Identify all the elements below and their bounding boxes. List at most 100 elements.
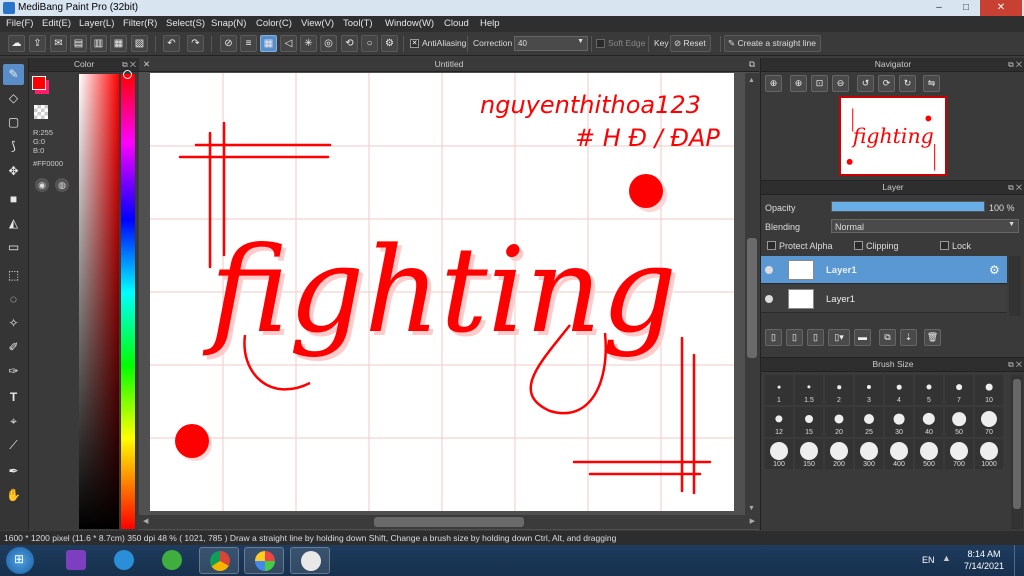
scroll-up-icon[interactable]: ▲ xyxy=(748,77,755,84)
vertical-scroll-thumb[interactable] xyxy=(747,238,757,358)
brush-size-preset[interactable]: 4 xyxy=(885,375,913,405)
palette-icon[interactable]: ◉ xyxy=(35,178,49,192)
delete-layer-icon[interactable]: 🗑 xyxy=(924,329,941,346)
color-settings-icon[interactable]: ◍ xyxy=(55,178,69,192)
material-icon[interactable]: ▦ xyxy=(110,35,127,52)
brush-size-preset[interactable]: 7 xyxy=(945,375,973,405)
snap-off-icon[interactable]: ⊘ xyxy=(220,35,237,52)
dot-tool-icon[interactable]: ▢ xyxy=(3,112,24,133)
brush-scrollbar[interactable] xyxy=(1011,375,1023,529)
brush-size-preset[interactable]: 150 xyxy=(795,439,823,469)
undo-icon[interactable]: ↶ xyxy=(163,35,180,52)
select-tool-icon[interactable]: ⬚ xyxy=(3,265,24,286)
scroll-down-icon[interactable]: ▼ xyxy=(748,505,755,512)
blending-select[interactable]: Normal ▼ xyxy=(831,219,1019,233)
new-layer-icon[interactable]: ▯ xyxy=(765,329,782,346)
menu-edit[interactable]: Edit(E) xyxy=(42,18,71,29)
brush-size-preset[interactable]: 1.5 xyxy=(795,375,823,405)
taskbar-ie[interactable] xyxy=(104,547,144,574)
tray-chevron-icon[interactable]: ▲ xyxy=(942,553,951,563)
brush-size-preset[interactable]: 100 xyxy=(765,439,793,469)
scroll-right-icon[interactable]: ▶ xyxy=(750,517,755,525)
menu-cloud[interactable]: Cloud xyxy=(444,18,469,29)
saturation-field[interactable] xyxy=(79,74,119,529)
horizontal-scroll-thumb[interactable] xyxy=(374,517,524,527)
panel-float-icon[interactable]: ⧉ ✕ xyxy=(1008,358,1022,371)
clipping-checkbox[interactable] xyxy=(854,241,863,250)
antialiasing-checkbox[interactable]: ✕ xyxy=(410,39,419,48)
menu-tool[interactable]: Tool(T) xyxy=(343,18,373,29)
shape-fill-tool-icon[interactable]: ■ xyxy=(3,189,24,210)
brush-size-preset[interactable]: 300 xyxy=(855,439,883,469)
snap-parallel-icon[interactable]: ≡ xyxy=(240,35,257,52)
menu-filter[interactable]: Filter(R) xyxy=(123,18,157,29)
clock[interactable]: 8:14 AM 7/14/2021 xyxy=(960,548,1008,572)
upload-icon[interactable]: ⇪ xyxy=(29,35,46,52)
brush-size-preset[interactable]: 50 xyxy=(945,407,973,437)
rotate-left-icon[interactable]: ↺ xyxy=(857,75,874,92)
brush-size-preset[interactable]: 1 xyxy=(765,375,793,405)
brush-size-preset[interactable]: 200 xyxy=(825,439,853,469)
visibility-eye-icon[interactable] xyxy=(765,295,773,303)
taskbar-chrome[interactable] xyxy=(199,547,239,574)
menu-layer[interactable]: Layer(L) xyxy=(79,18,114,29)
panel-float-icon[interactable]: ⧉ ✕ xyxy=(1008,58,1022,71)
bucket-tool-icon[interactable]: ◭ xyxy=(3,213,24,234)
brush-size-preset[interactable]: 400 xyxy=(885,439,913,469)
layer-row[interactable]: Layer1 xyxy=(761,285,1007,313)
smudge-tool-icon[interactable]: ⟆ xyxy=(3,136,24,157)
menu-help[interactable]: Help xyxy=(480,18,500,29)
snap-ellipse-icon[interactable]: ○ xyxy=(361,35,378,52)
taskbar-coccoc-open[interactable] xyxy=(244,547,284,574)
lock-checkbox[interactable] xyxy=(940,241,949,250)
menu-window[interactable]: Window(W) xyxy=(385,18,434,29)
vertical-scrollbar[interactable]: ▲ ▼ xyxy=(745,73,759,516)
taskbar-medibang[interactable] xyxy=(290,547,330,574)
merge-layer-icon[interactable]: ⇣ xyxy=(900,329,917,346)
float-tab-icon[interactable]: ⧉ xyxy=(749,58,755,71)
brush-size-preset[interactable]: 700 xyxy=(945,439,973,469)
brush-size-preset[interactable]: 5 xyxy=(915,375,943,405)
move-tool-icon[interactable]: ✥ xyxy=(3,161,24,182)
chat-icon[interactable]: ✉ xyxy=(50,35,67,52)
flip-icon[interactable]: ⇋ xyxy=(923,75,940,92)
hue-handle[interactable] xyxy=(123,70,132,79)
folder-icon[interactable]: ▬ xyxy=(854,329,871,346)
snap-circle-icon[interactable]: ◎ xyxy=(320,35,337,52)
taskbar-visual-studio[interactable] xyxy=(56,547,96,574)
snap-settings-icon[interactable]: ⚙ xyxy=(381,35,398,52)
operation-tool-icon[interactable]: ⌖ xyxy=(3,411,24,432)
close-button[interactable]: ✕ xyxy=(980,0,1022,16)
layer-row-selected[interactable]: Layer1 ⚙ xyxy=(761,256,1007,284)
menu-color[interactable]: Color(C) xyxy=(256,18,292,29)
brush-size-preset[interactable]: 15 xyxy=(795,407,823,437)
gradient-tool-icon[interactable]: ▭ xyxy=(3,237,24,258)
brush-size-preset[interactable]: 3 xyxy=(855,375,883,405)
snap-perspective-icon[interactable]: ◁ xyxy=(280,35,297,52)
language-indicator[interactable]: EN xyxy=(922,555,935,565)
brush-size-preset[interactable]: 25 xyxy=(855,407,883,437)
brush-tool-icon[interactable]: ✎ xyxy=(3,64,24,85)
brush-size-preset[interactable]: 30 xyxy=(885,407,913,437)
brush-size-preset[interactable]: 40 xyxy=(915,407,943,437)
layout-icon[interactable]: ▧ xyxy=(131,35,148,52)
visibility-eye-icon[interactable] xyxy=(765,266,773,274)
snap-grid-icon[interactable]: ▦ xyxy=(260,35,277,52)
taskbar-coccoc[interactable] xyxy=(152,547,192,574)
brush-size-preset[interactable]: 70 xyxy=(975,407,1003,437)
snap-radial-icon[interactable]: ✳ xyxy=(300,35,317,52)
eraser-tool-icon[interactable]: ◇ xyxy=(3,88,24,109)
canvas-tab[interactable]: Untitled ✕ ⧉ xyxy=(139,58,759,72)
document-icon[interactable]: ▥ xyxy=(90,35,107,52)
lasso-tool-icon[interactable]: ◌ xyxy=(3,289,24,310)
show-desktop-button[interactable] xyxy=(1014,545,1024,576)
scroll-left-icon[interactable]: ◀ xyxy=(143,517,148,525)
protect-alpha-checkbox[interactable] xyxy=(767,241,776,250)
duplicate-layer-icon[interactable]: ⧉ xyxy=(879,329,896,346)
brush-size-preset[interactable]: 2 xyxy=(825,375,853,405)
rotate-right-icon[interactable]: ↻ xyxy=(899,75,916,92)
reset-button[interactable]: ⊘ Reset xyxy=(670,35,711,52)
minimize-button[interactable]: – xyxy=(926,0,952,16)
eyedropper-tool-icon[interactable]: ✒ xyxy=(3,461,24,482)
maximize-button[interactable]: □ xyxy=(953,0,979,16)
